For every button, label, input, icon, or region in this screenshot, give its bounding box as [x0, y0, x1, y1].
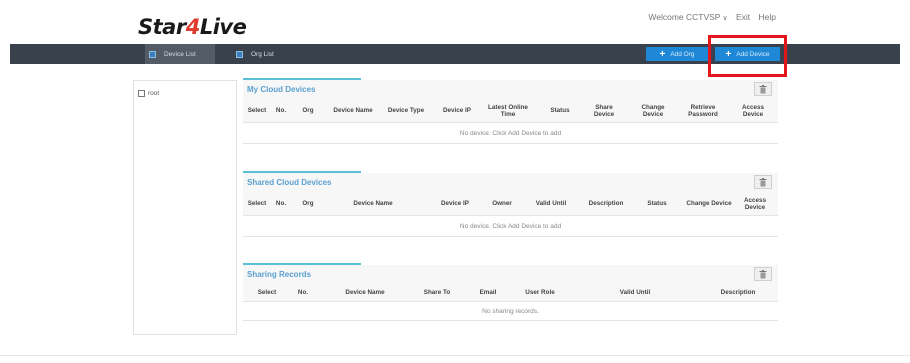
- empty-message: No device. Click Add Device to add: [459, 129, 562, 137]
- column-header[interactable]: Org: [295, 100, 321, 122]
- column-header[interactable]: Device Name: [327, 100, 379, 122]
- column-header[interactable]: Owner: [487, 193, 517, 215]
- column-header[interactable]: Device IP: [437, 100, 477, 122]
- column-header[interactable]: Change Device: [685, 193, 733, 215]
- column-header[interactable]: Select: [245, 100, 269, 122]
- column-header[interactable]: Access Device: [737, 100, 769, 122]
- column-header[interactable]: User Role: [519, 285, 561, 301]
- empty-message: No sharing records.: [482, 307, 539, 315]
- add-device-highlight: [708, 35, 787, 77]
- column-header[interactable]: Retrieve Password: [680, 100, 726, 122]
- column-header[interactable]: No.: [271, 100, 291, 122]
- panel-title: My Cloud Devices: [247, 85, 316, 94]
- column-header[interactable]: No.: [293, 285, 313, 301]
- chevron-down-icon[interactable]: ∨: [722, 15, 727, 22]
- list-icon: [236, 50, 243, 58]
- panel-header: My Cloud Devices: [243, 78, 778, 100]
- column-header[interactable]: Email: [475, 285, 501, 301]
- column-header[interactable]: Description: [715, 285, 761, 301]
- table-header: Select No. Org Device Name Device IP Own…: [243, 193, 778, 215]
- column-header[interactable]: Share To: [417, 285, 457, 301]
- column-header[interactable]: Status: [543, 100, 577, 122]
- delete-button[interactable]: [754, 82, 772, 96]
- brand-logo: Star4Live: [138, 15, 247, 39]
- column-header[interactable]: No.: [271, 193, 291, 215]
- list-icon: [149, 50, 156, 58]
- app-root: Star4Live Welcome CCTVSP ∨ Exit Help Devi…: [0, 0, 910, 363]
- trash-icon: [759, 269, 767, 278]
- tab-org-list[interactable]: Org List: [232, 44, 312, 64]
- column-header[interactable]: Valid Until: [531, 193, 571, 215]
- delete-button[interactable]: [754, 267, 772, 281]
- tree-node-root[interactable]: root: [138, 90, 159, 97]
- column-header[interactable]: Select: [255, 285, 279, 301]
- column-header[interactable]: Status: [641, 193, 673, 215]
- user-bar: Welcome CCTVSP ∨ Exit Help: [642, 12, 776, 22]
- shared-cloud-devices-panel: Shared Cloud Devices Select No. Org Devi…: [243, 171, 778, 237]
- column-header[interactable]: Select: [245, 193, 269, 215]
- welcome-user-menu[interactable]: Welcome CCTVSP: [648, 12, 720, 22]
- panel-title: Shared Cloud Devices: [247, 178, 332, 187]
- column-header[interactable]: Description: [583, 193, 629, 215]
- help-link[interactable]: Help: [759, 12, 776, 22]
- empty-message: No device. Click Add Device to add: [459, 222, 562, 230]
- add-org-button[interactable]: + Add Org: [646, 47, 708, 61]
- column-header[interactable]: Share Device: [587, 100, 621, 122]
- checkbox[interactable]: [138, 90, 145, 97]
- tab-device-list[interactable]: Device List: [145, 44, 215, 64]
- column-header[interactable]: Latest Online Time: [483, 100, 533, 122]
- panel-header: Sharing Records: [243, 263, 778, 285]
- column-header[interactable]: Device Name: [337, 285, 393, 301]
- table-body: No sharing records.: [243, 301, 778, 321]
- column-header[interactable]: Device IP: [435, 193, 475, 215]
- column-header[interactable]: Change Device: [634, 100, 672, 122]
- my-cloud-devices-panel: My Cloud Devices Select No. Org Device N…: [243, 78, 778, 144]
- table-body: No device. Click Add Device to add: [243, 122, 778, 144]
- panel-title: Sharing Records: [247, 270, 312, 279]
- panel-header: Shared Cloud Devices: [243, 171, 778, 193]
- trash-icon: [759, 84, 767, 93]
- table-body: No device. Click Add Device to add: [243, 215, 778, 237]
- divider: [0, 355, 910, 356]
- table-header: Select No. Device Name Share To Email Us…: [243, 285, 778, 301]
- exit-link[interactable]: Exit: [736, 12, 750, 22]
- delete-button[interactable]: [754, 175, 772, 189]
- column-header[interactable]: Device Type: [381, 100, 431, 122]
- org-tree: root: [133, 80, 237, 335]
- column-header[interactable]: Org: [295, 193, 321, 215]
- trash-icon: [759, 177, 767, 186]
- column-header[interactable]: Access Device: [739, 193, 771, 215]
- table-header: Select No. Org Device Name Device Type D…: [243, 100, 778, 122]
- column-header[interactable]: Device Name: [343, 193, 403, 215]
- plus-icon: +: [659, 48, 666, 60]
- column-header[interactable]: Valid Until: [613, 285, 657, 301]
- sharing-records-panel: Sharing Records Select No. Device Name S…: [243, 263, 778, 321]
